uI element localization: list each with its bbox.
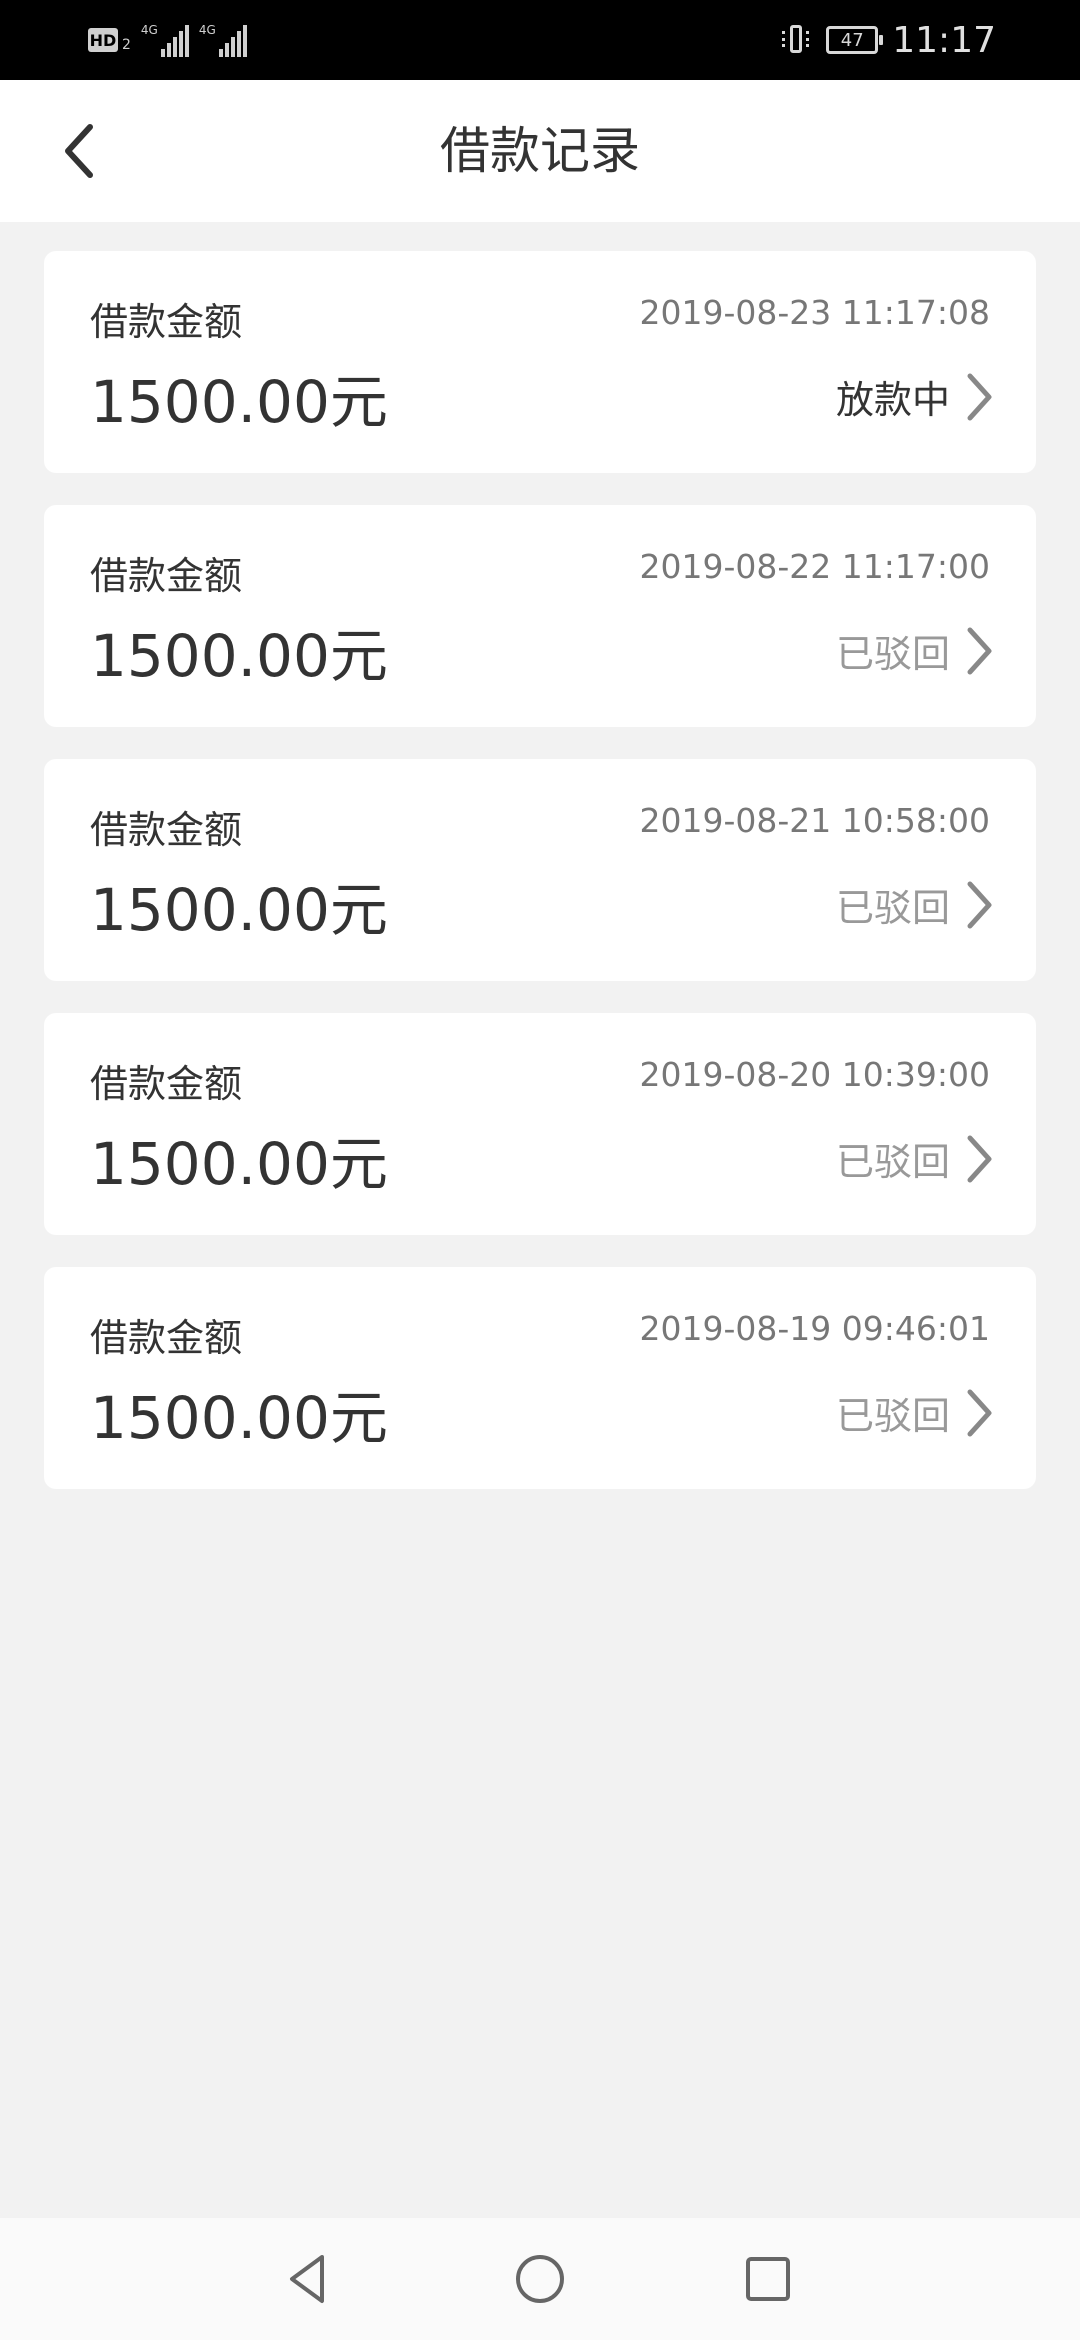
- status-time: 11:17: [892, 19, 996, 61]
- system-nav-bar: [0, 2218, 1080, 2340]
- amount-label: 借款金额: [90, 300, 243, 344]
- nav-recents-button[interactable]: [728, 2239, 808, 2319]
- loan-record-card[interactable]: 借款金额 1500.00元 2019-08-23 11:17:08 放款中: [44, 251, 1036, 473]
- status-left: HD 2 4G 4G: [88, 22, 247, 58]
- loan-status: 放款中: [835, 378, 950, 422]
- hd-sim-index: 2: [122, 37, 131, 53]
- amount-label: 借款金额: [90, 1062, 243, 1106]
- chevron-left-icon: [65, 124, 93, 178]
- amount-label: 借款金额: [90, 1316, 243, 1360]
- loan-time: 2019-08-19 09:46:01: [639, 1309, 990, 1348]
- network-type-label: 4G: [198, 23, 216, 37]
- loan-record-card[interactable]: 借款金额 1500.00元 2019-08-22 11:17:00 已驳回: [44, 505, 1036, 727]
- signal-icon: 4G: [141, 23, 189, 57]
- loan-record-card[interactable]: 借款金额 1500.00元 2019-08-21 10:58:00 已驳回: [44, 759, 1036, 981]
- chevron-right-icon: [967, 1389, 992, 1436]
- page-title: 借款记录: [440, 122, 640, 180]
- status-right: 47 11:17: [782, 18, 996, 62]
- loan-amount: 1500.00元: [90, 876, 388, 944]
- amount-label: 借款金额: [90, 554, 243, 598]
- loan-time: 2019-08-20 10:39:00: [639, 1055, 990, 1094]
- nav-back-button[interactable]: [268, 2239, 348, 2319]
- loan-amount: 1500.00元: [90, 368, 388, 436]
- chevron-right-icon: [967, 1135, 992, 1182]
- status-group: 已驳回: [836, 1385, 994, 1440]
- chevron-right-icon: [967, 373, 992, 420]
- loan-record-list: 借款金额 1500.00元 2019-08-23 11:17:08 放款中 借款…: [44, 251, 1036, 1521]
- loan-status: 已驳回: [835, 1140, 950, 1184]
- status-group: 已驳回: [836, 877, 994, 932]
- status-group: 放款中: [836, 369, 994, 424]
- loan-record-card[interactable]: 借款金额 1500.00元 2019-08-20 10:39:00 已驳回: [44, 1013, 1036, 1235]
- loan-time: 2019-08-23 11:17:08: [639, 293, 990, 332]
- back-button[interactable]: [40, 111, 120, 191]
- loan-amount: 1500.00元: [90, 1384, 388, 1452]
- top-app-bar: 借款记录: [0, 80, 1080, 222]
- chevron-right-icon: [967, 881, 992, 928]
- battery-icon: 47: [826, 26, 884, 54]
- loan-status: 已驳回: [835, 1394, 950, 1438]
- chevron-right-icon: [967, 627, 992, 674]
- hd-icon: HD: [88, 28, 118, 52]
- loan-status: 已驳回: [835, 886, 950, 930]
- loan-status: 已驳回: [835, 632, 950, 676]
- status-bar: HD 2 4G 4G 47 11:17: [0, 0, 1080, 80]
- loan-amount: 1500.00元: [90, 1130, 388, 1198]
- amount-label: 借款金额: [90, 808, 243, 852]
- status-group: 已驳回: [836, 1131, 994, 1186]
- loan-record-card[interactable]: 借款金额 1500.00元 2019-08-19 09:46:01 已驳回: [44, 1267, 1036, 1489]
- signal-icon: 4G: [199, 23, 247, 57]
- loan-amount: 1500.00元: [90, 622, 388, 690]
- vibrate-icon: [782, 23, 812, 57]
- triangle-back-icon: [290, 2255, 324, 2303]
- circle-home-icon: [516, 2255, 564, 2303]
- network-type-label: 4G: [140, 23, 158, 37]
- loan-time: 2019-08-21 10:58:00: [639, 801, 990, 840]
- nav-home-button[interactable]: [500, 2239, 580, 2319]
- loan-time: 2019-08-22 11:17:00: [639, 547, 990, 586]
- status-group: 已驳回: [836, 623, 994, 678]
- square-recents-icon: [746, 2257, 790, 2301]
